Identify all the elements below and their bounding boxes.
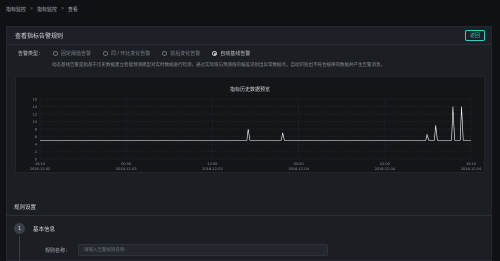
history-chart: 0 2 4 6 8 10 12 14 16 15:10 2018-12-02 00:00 2018-12… [15,76,485,173]
rule-settings-title: 规则设置 [14,205,37,211]
breadcrumb: 指标监控 > 指标监控 > 查看 [0,0,500,18]
x-tick-date: 2018-12-04 [288,166,309,171]
breadcrumb-item-2[interactable]: 指标监控 [37,6,57,13]
series-line [40,106,471,141]
alarm-type-label: 告警类型： [18,51,44,57]
y-tick-label: 10 [33,119,38,124]
rule-name-placeholder: 请输入告警规则名称 [84,247,125,252]
breadcrumb-separator: > [60,6,64,12]
y-tick-label: 8 [35,126,38,131]
radio-icon [53,51,59,56]
step-connector [19,236,20,261]
y-tick-label: 2 [35,149,38,154]
x-tick-date: 2018-12-04 [375,166,396,171]
radio-icon [162,51,168,56]
radio-adjacent-change[interactable]: 前后变化告警 [162,50,200,57]
breadcrumb-item-3: 查看 [67,6,78,13]
radio-icon [103,51,109,56]
chart-title: 指标历史数据预览 [229,87,270,93]
radio-period-change[interactable]: 同 / 环比变化告警 [103,50,150,57]
alarm-type-row: 告警类型： 固定阈值告警 同 / 环比变化告警 前后变化告警 自动基线告警 [18,50,256,57]
step-title: 基本信息 [33,226,56,233]
radio-label: 自动基线告警 [220,51,251,57]
x-tick-date: 2018-12-03 [202,166,223,171]
radio-label: 前后变化告警 [170,51,201,57]
y-tick-label: 12 [33,111,38,116]
breadcrumb-separator: > [30,6,33,12]
y-tick-label: 14 [33,104,38,109]
y-tick-label: 16 [33,96,38,101]
radio-fixed-threshold[interactable]: 固定阈值告警 [53,50,91,57]
section-divider [6,215,492,216]
y-tick-label: 4 [35,141,38,146]
x-tick-date: 2018-12-03 [116,166,137,171]
rule-name-label: 规则名称： [44,247,70,254]
step-basic-info: 1 基本信息 [14,223,55,234]
breadcrumb-item-1[interactable]: 指标监控 [6,6,26,13]
radio-label: 固定阈值告警 [61,51,92,57]
alarm-type-description: 动态基线告警是指基于历史数据建立智能预测模型对实时数据进行检测，通过实际值与预测… [52,62,385,67]
radio-label: 同 / 环比变化告警 [111,51,151,57]
back-button[interactable]: 返回 [464,30,485,41]
step-number-badge: 1 [14,223,25,234]
rule-name-input[interactable]: 请输入告警规则名称 [78,244,328,256]
x-tick-date: 2018-12-02 [30,166,51,171]
x-tick-date: 2018-12-04 [461,166,482,171]
rule-name-row: 规则名称： 请输入告警规则名称 [40,244,328,256]
radio-checked-icon [212,51,218,56]
page-title: 查看指标告警规则 [15,34,64,40]
y-tick-label: 6 [35,134,38,139]
radio-auto-baseline[interactable]: 自动基线告警 [212,50,250,57]
panel-header: 查看指标告警规则 返回 [7,27,491,45]
